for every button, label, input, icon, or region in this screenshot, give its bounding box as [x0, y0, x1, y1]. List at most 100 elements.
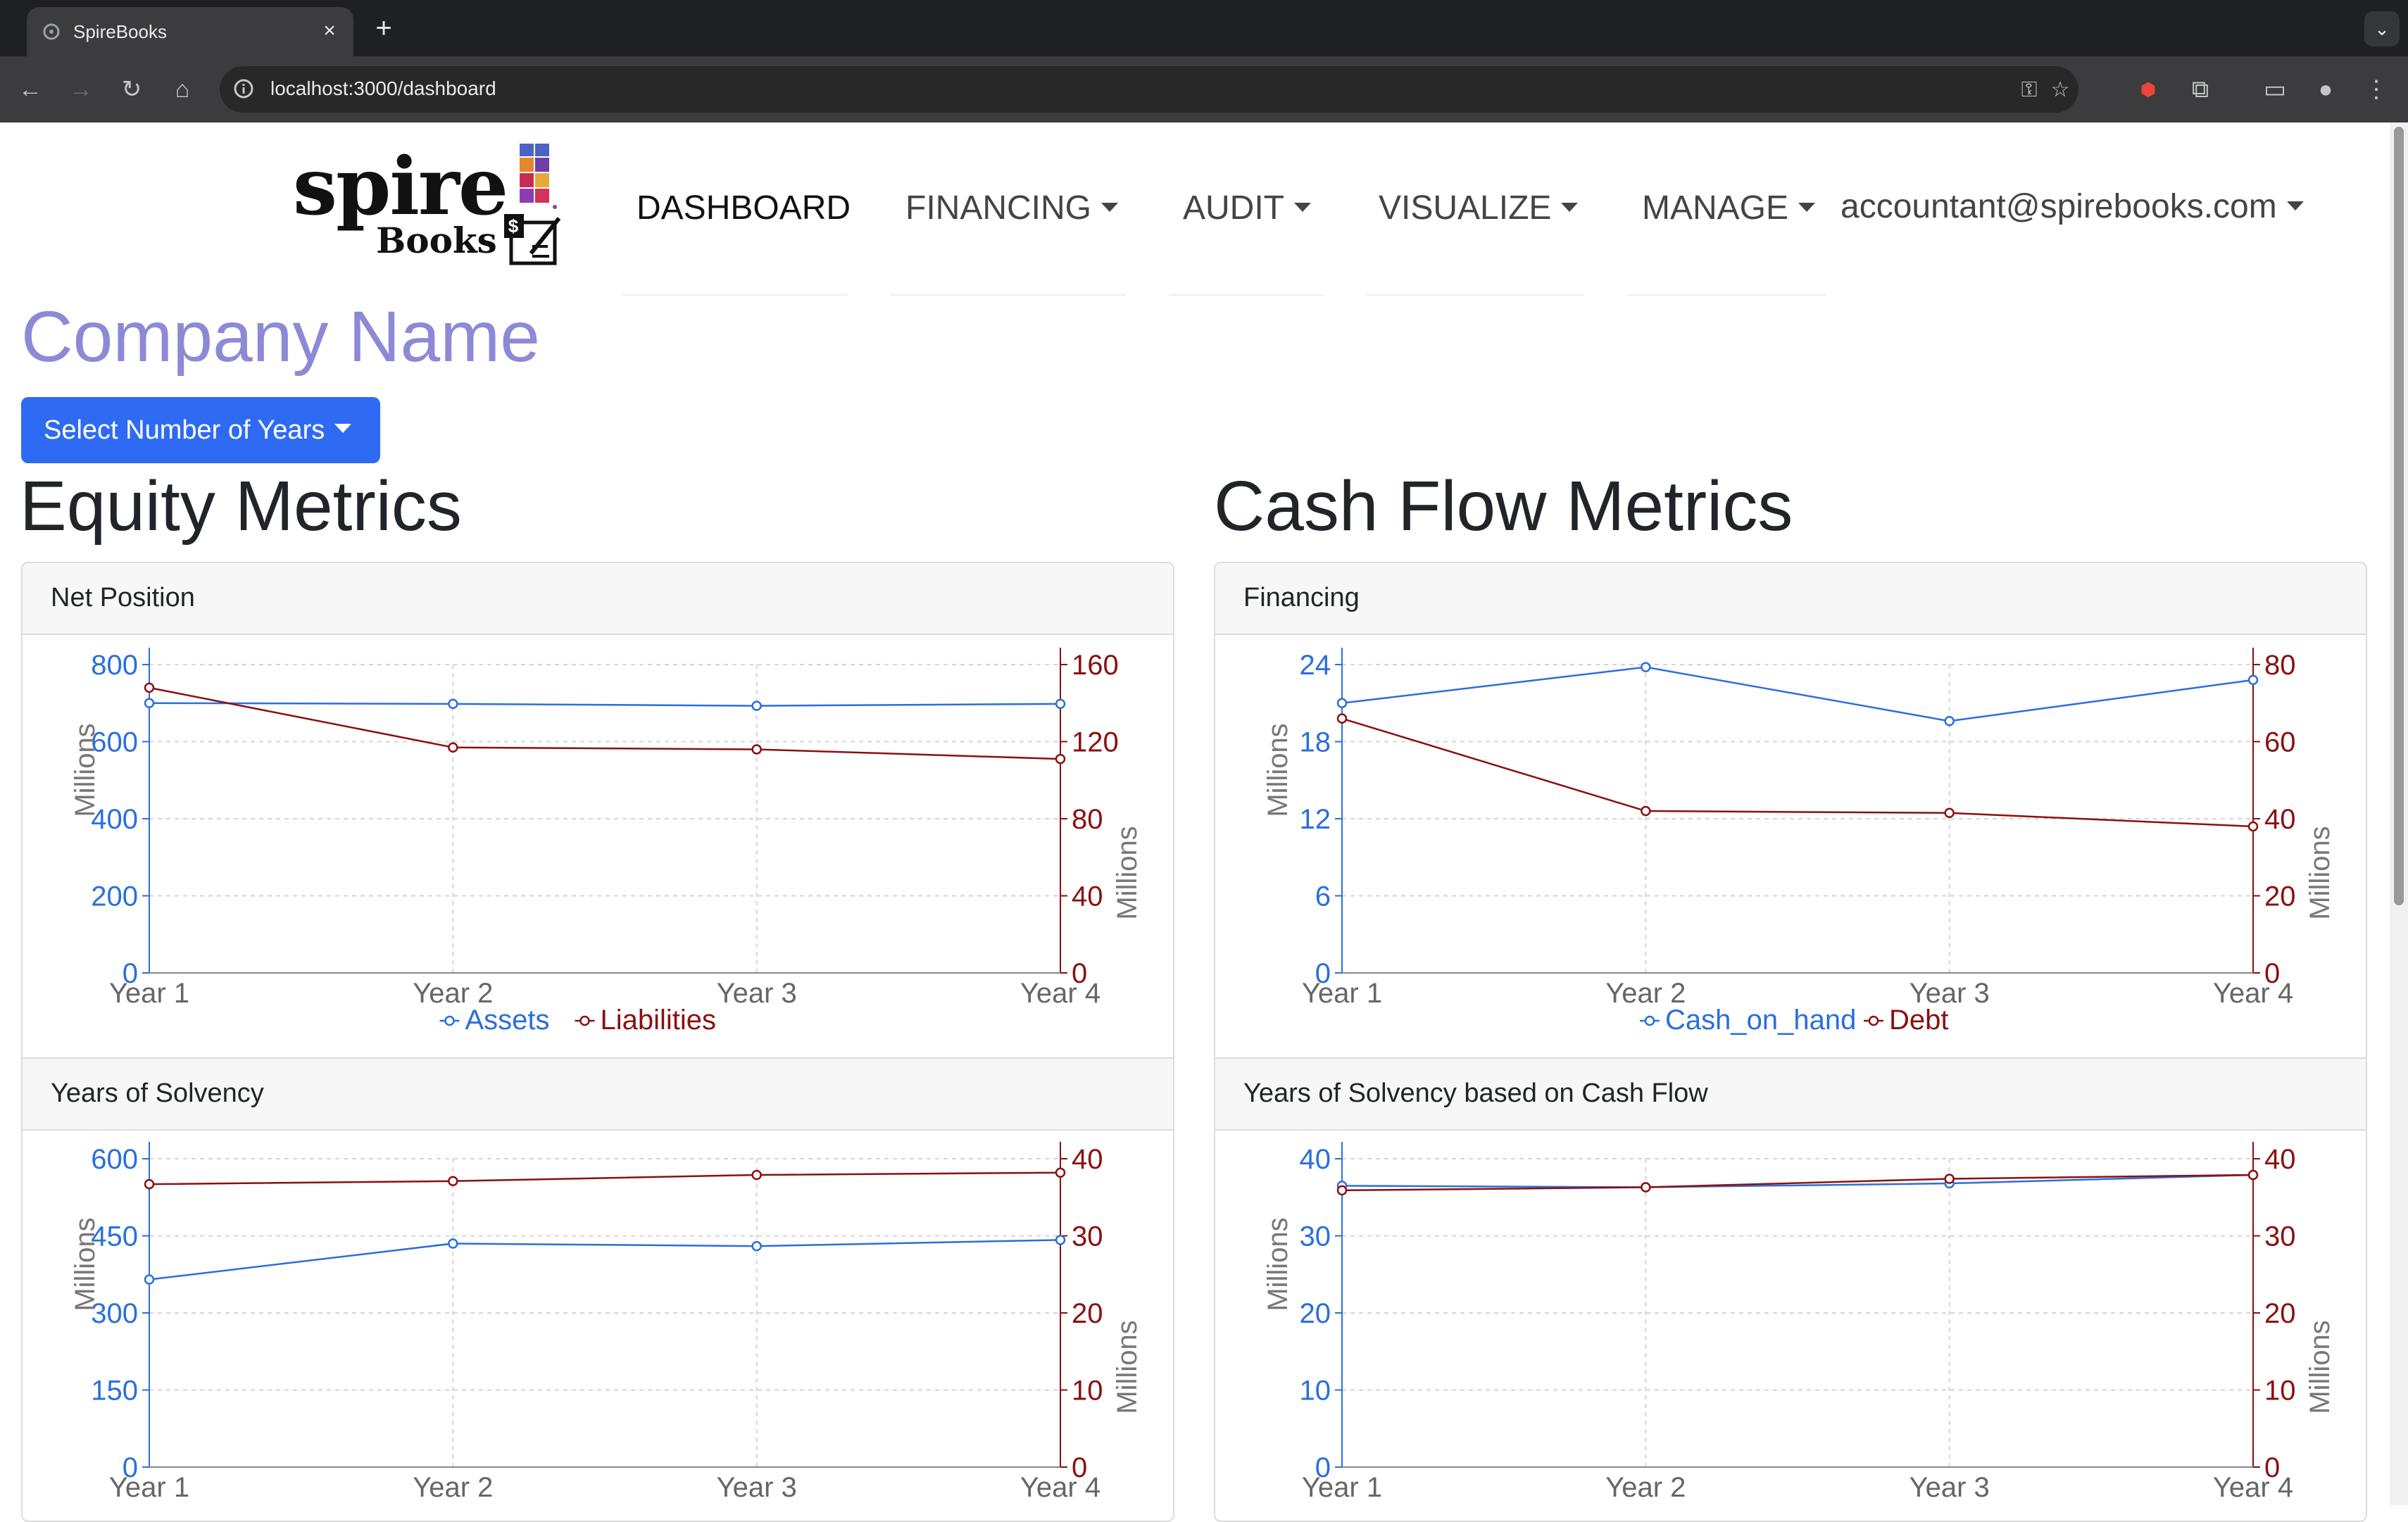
right-axis-title: Millions	[1112, 1320, 1143, 1414]
right-axis-title: Millions	[1112, 826, 1143, 919]
right-tick-label: 30	[2264, 1221, 2296, 1252]
right-tick-label: 20	[1072, 1298, 1103, 1329]
right-tick-label: 40	[2264, 804, 2296, 835]
spirebooks-logo[interactable]: spire Books $	[293, 141, 561, 268]
data-point	[144, 1178, 155, 1190]
tab-search-icon[interactable]: ⌄	[2364, 11, 2400, 46]
x-tick-label: Year 2	[1605, 1472, 1686, 1503]
equity-card: Net Position 0 200 400 600 800 0 40 80 120 160 Yea…	[21, 562, 1174, 1522]
right-tick-label: 40	[2264, 1144, 2296, 1175]
series-line	[149, 686, 1061, 760]
address-bar[interactable]: localhost:3000/dashboard ⚿ ☆	[220, 66, 2078, 113]
series-line	[1341, 666, 2254, 722]
profile-avatar-icon[interactable]: ●	[2308, 72, 2343, 107]
left-tick-label: 24	[1300, 650, 1331, 681]
back-icon[interactable]: ←	[13, 72, 48, 107]
left-tick-label: 18	[1300, 727, 1331, 758]
right-tick-label: 120	[1072, 727, 1119, 758]
left-tick-label: 6	[1315, 881, 1331, 912]
favicon-icon	[43, 23, 60, 40]
legend-marker	[444, 1015, 455, 1026]
data-point	[1641, 805, 1651, 817]
close-tab-icon[interactable]: ×	[315, 17, 344, 45]
extension-shield-icon[interactable]: ⬢	[2131, 72, 2166, 107]
data-point	[2247, 1169, 2259, 1181]
logo-books-text: Books	[376, 220, 497, 261]
nav-divider	[890, 294, 1127, 296]
nav-manage-label: MANAGE	[1642, 189, 1789, 227]
data-point	[448, 698, 458, 710]
data-point	[2247, 821, 2259, 832]
nav-manage[interactable]: MANAGE	[1642, 189, 1816, 227]
equity-metrics-heading: Equity Metrics	[20, 467, 462, 546]
scrollbar-thumb[interactable]	[2394, 127, 2404, 905]
right-tick-label: 160	[1072, 650, 1119, 681]
nav-dashboard-label: DASHBOARD	[637, 189, 851, 227]
data-point	[1055, 698, 1066, 710]
browser-tab[interactable]: SpireBooks ×	[27, 7, 353, 56]
solvency-chart: 0 150 300 450 600 0 10 20 30 40 Year 1 Year 2 Year 3…	[23, 1129, 1173, 1521]
nav-visualize[interactable]: VISUALIZE	[1379, 189, 1579, 227]
nav-dashboard[interactable]: DASHBOARD	[637, 189, 851, 227]
browser-menu-icon[interactable]: ⋮	[2359, 72, 2394, 107]
left-axis-title: Millions	[1262, 723, 1293, 817]
forward-icon[interactable]: →	[63, 72, 99, 107]
left-tick-label: 30	[1300, 1221, 1331, 1252]
solvency-cf-chart: 0 10 20 30 40 0 10 20 30 40 Year 1 Year 2 Year 3 Year…	[1215, 1129, 2366, 1521]
data-point	[751, 1169, 762, 1181]
data-point	[448, 1238, 458, 1249]
series-line	[149, 702, 1061, 707]
password-key-icon[interactable]: ⚿	[2017, 77, 2042, 103]
data-point	[2247, 674, 2259, 686]
nav-audit-label: AUDIT	[1183, 189, 1284, 227]
bookmark-star-icon[interactable]: ☆	[2048, 77, 2073, 103]
browser-toolbar: ← → ↻ ⌂ localhost:3000/dashboard ⚿ ☆ ⬢ ⧉…	[0, 56, 2408, 122]
card-header: Net Position	[23, 563, 1173, 635]
x-tick-label: Year 1	[109, 1472, 189, 1503]
select-years-button[interactable]: Select Number of Years	[21, 397, 380, 463]
cashflow-card: Financing 0 6 12 18 24 0 20 40 60 80 Year 1 Year 2Y…	[1214, 562, 2367, 1522]
page-scrollbar[interactable]	[2390, 122, 2408, 1505]
net-position-chart-svg: 020040060080004080120160Year 1 Year 2 Year…	[70, 648, 1143, 1036]
data-point	[1055, 1235, 1066, 1245]
x-tick-label: Year 4	[2213, 1472, 2293, 1503]
left-axis-title: Millions	[70, 723, 101, 817]
x-tick-label: Year 1	[1302, 978, 1382, 1009]
nav-audit[interactable]: AUDIT	[1183, 189, 1311, 227]
right-axis-title: Millions	[2304, 826, 2335, 919]
data-point	[1641, 1182, 1651, 1193]
legend-label: Cash_on_hand	[1665, 1005, 1856, 1036]
x-tick-label: Year 3	[717, 978, 797, 1009]
site-info-icon[interactable]	[232, 77, 255, 100]
left-tick-label: 40	[1300, 1144, 1331, 1175]
logo-mark-icon: $	[504, 144, 561, 265]
x-tick-label: Year 4	[1020, 978, 1100, 1009]
nav-financing[interactable]: FINANCING	[905, 189, 1118, 227]
data-point	[1336, 698, 1348, 708]
reload-icon[interactable]: ↻	[114, 72, 149, 107]
right-tick-label: 60	[2264, 727, 2296, 758]
account-email: accountant@spirebooks.com	[1841, 188, 2277, 225]
chevron-down-icon	[1561, 202, 1579, 212]
chevron-down-icon	[334, 424, 352, 434]
left-tick-label: 150	[91, 1376, 138, 1407]
account-menu[interactable]: accountant@spirebooks.com	[1841, 187, 2304, 226]
chevron-down-icon	[1294, 202, 1311, 212]
net-position-chart: 0 200 400 600 800 0 40 80 120 160 Year 1 Year 2 Year…	[23, 635, 1173, 1057]
home-icon[interactable]: ⌂	[165, 72, 200, 107]
cast-icon[interactable]: ▭	[2257, 72, 2293, 107]
data-point	[448, 742, 458, 753]
legend-marker	[579, 1015, 590, 1026]
new-tab-icon[interactable]: +	[368, 13, 400, 45]
data-point	[1055, 753, 1066, 765]
data-point	[1944, 716, 1955, 727]
nav-financing-label: FINANCING	[905, 189, 1091, 227]
solvency-cf-title: Years of Solvency based on Cash Flow	[1243, 1078, 1708, 1108]
right-tick-label: 10	[1072, 1376, 1103, 1407]
x-tick-label: Year 4	[2213, 978, 2293, 1009]
x-tick-label: Year 3	[717, 1472, 797, 1503]
tab-title: SpireBooks	[73, 21, 167, 42]
nav-divider	[1628, 294, 1826, 296]
nav-divider	[1169, 294, 1324, 296]
extensions-puzzle-icon[interactable]: ⧉	[2183, 72, 2218, 107]
